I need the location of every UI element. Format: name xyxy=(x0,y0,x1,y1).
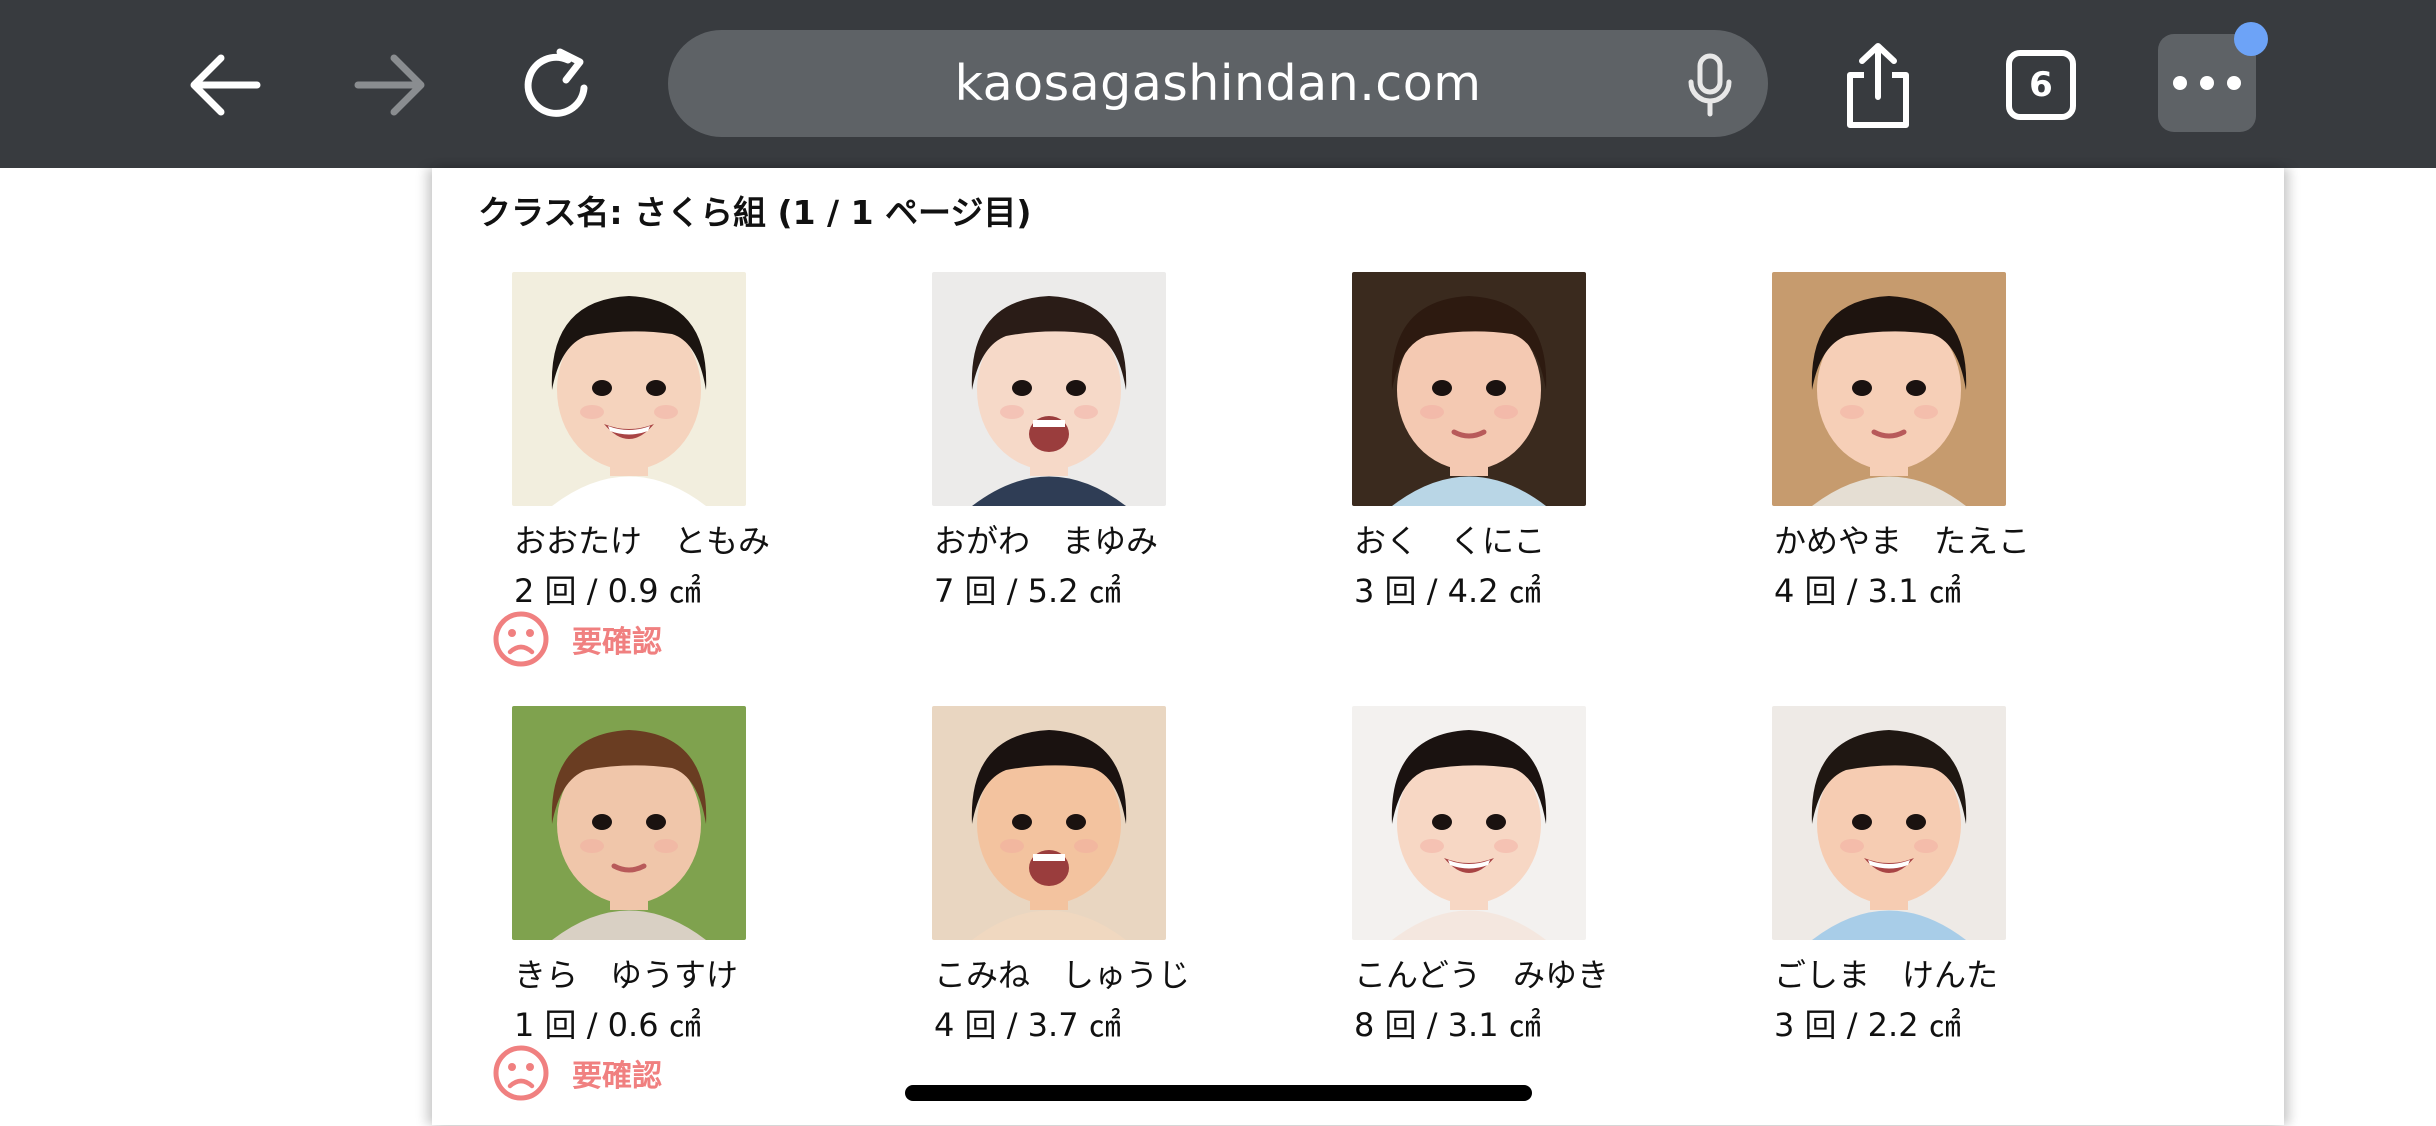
child-stat: 4 回 / 3.7 ㎠ xyxy=(934,1006,1121,1044)
ellipsis-icon xyxy=(2173,76,2241,90)
needs-check-label: 要確認 xyxy=(572,1059,662,1094)
url-text: kaosagashindan.com xyxy=(954,55,1482,112)
child-card[interactable]: こんどう みゆき 8 回 / 3.1 ㎠ xyxy=(1352,706,1772,1126)
child-photo[interactable] xyxy=(512,706,746,940)
class-title: クラス名: さくら組 (1 / 1 ページ目) xyxy=(478,193,1032,232)
share-icon xyxy=(1847,42,1909,128)
child-photo[interactable] xyxy=(1352,706,1586,940)
child-photo[interactable] xyxy=(932,272,1166,506)
tab-count: 6 xyxy=(2006,50,2076,120)
child-name: こみね しゅうじ xyxy=(934,956,1191,994)
page-content: クラス名: さくら組 (1 / 1 ページ目) おおたけ ともみ 2 回 / 0.… xyxy=(432,168,2284,1125)
child-stat: 8 回 / 3.1 ㎠ xyxy=(1354,1006,1541,1044)
child-stat: 3 回 / 2.2 ㎠ xyxy=(1774,1006,1961,1044)
child-name: ごしま けんた xyxy=(1774,956,1999,994)
child-photo[interactable] xyxy=(932,706,1166,940)
arrow-left-icon xyxy=(190,54,261,116)
child-photo[interactable] xyxy=(1352,272,1586,506)
child-photo[interactable] xyxy=(1772,272,2006,506)
child-stat: 3 回 / 4.2 ㎠ xyxy=(1354,572,1541,610)
child-card[interactable]: かめやま たえこ 4 回 / 3.1 ㎠ xyxy=(1772,272,2192,692)
child-card[interactable]: きら ゆうすけ 1 回 / 0.6 ㎠要確認 xyxy=(493,706,932,1126)
arrow-right-icon xyxy=(354,54,425,116)
reload-button[interactable] xyxy=(510,38,605,133)
child-card[interactable]: こみね しゅうじ 4 回 / 3.7 ㎠ xyxy=(932,706,1352,1126)
browser-toolbar: kaosagashindan.com 6 xyxy=(0,0,2436,168)
child-card[interactable]: おおたけ ともみ 2 回 / 0.9 ㎠要確認 xyxy=(493,272,932,692)
home-indicator xyxy=(905,1085,1532,1101)
child-stat: 4 回 / 3.1 ㎠ xyxy=(1774,572,1961,610)
sad-face-icon xyxy=(493,1045,549,1101)
child-photo[interactable] xyxy=(1772,706,2006,940)
child-name: こんどう みゆき xyxy=(1354,956,1610,994)
back-button[interactable] xyxy=(180,40,270,130)
child-stat: 1 回 / 0.6 ㎠ xyxy=(514,1006,701,1044)
needs-check-label: 要確認 xyxy=(572,625,662,660)
tabs-button[interactable]: 6 xyxy=(2003,47,2079,123)
forward-button[interactable] xyxy=(345,40,435,130)
child-photo[interactable] xyxy=(512,272,746,506)
child-name: おがわ まゆみ xyxy=(934,522,1159,560)
child-card[interactable]: おく くにこ 3 回 / 4.2 ㎠ xyxy=(1352,272,1772,692)
address-bar[interactable]: kaosagashindan.com xyxy=(668,30,1768,137)
child-stat: 2 回 / 0.9 ㎠ xyxy=(514,572,701,610)
reload-icon xyxy=(524,48,587,117)
child-name: おおたけ ともみ xyxy=(514,522,771,560)
needs-check-badge: 要確認 xyxy=(492,610,662,668)
child-name: きら ゆうすけ xyxy=(514,956,739,994)
needs-check-badge: 要確認 xyxy=(492,1044,662,1102)
child-card[interactable]: おがわ まゆみ 7 回 / 5.2 ㎠ xyxy=(932,272,1352,692)
child-name: おく くにこ xyxy=(1354,522,1546,560)
sad-face-icon xyxy=(493,611,549,667)
share-button[interactable] xyxy=(1838,38,1918,133)
child-card[interactable]: ごしま けんた 3 回 / 2.2 ㎠ xyxy=(1772,706,2192,1126)
microphone-button[interactable] xyxy=(1680,50,1740,120)
notification-dot xyxy=(2234,22,2268,56)
child-name: かめやま たえこ xyxy=(1774,522,2031,560)
child-stat: 7 回 / 5.2 ㎠ xyxy=(934,572,1121,610)
microphone-icon xyxy=(1688,53,1732,117)
